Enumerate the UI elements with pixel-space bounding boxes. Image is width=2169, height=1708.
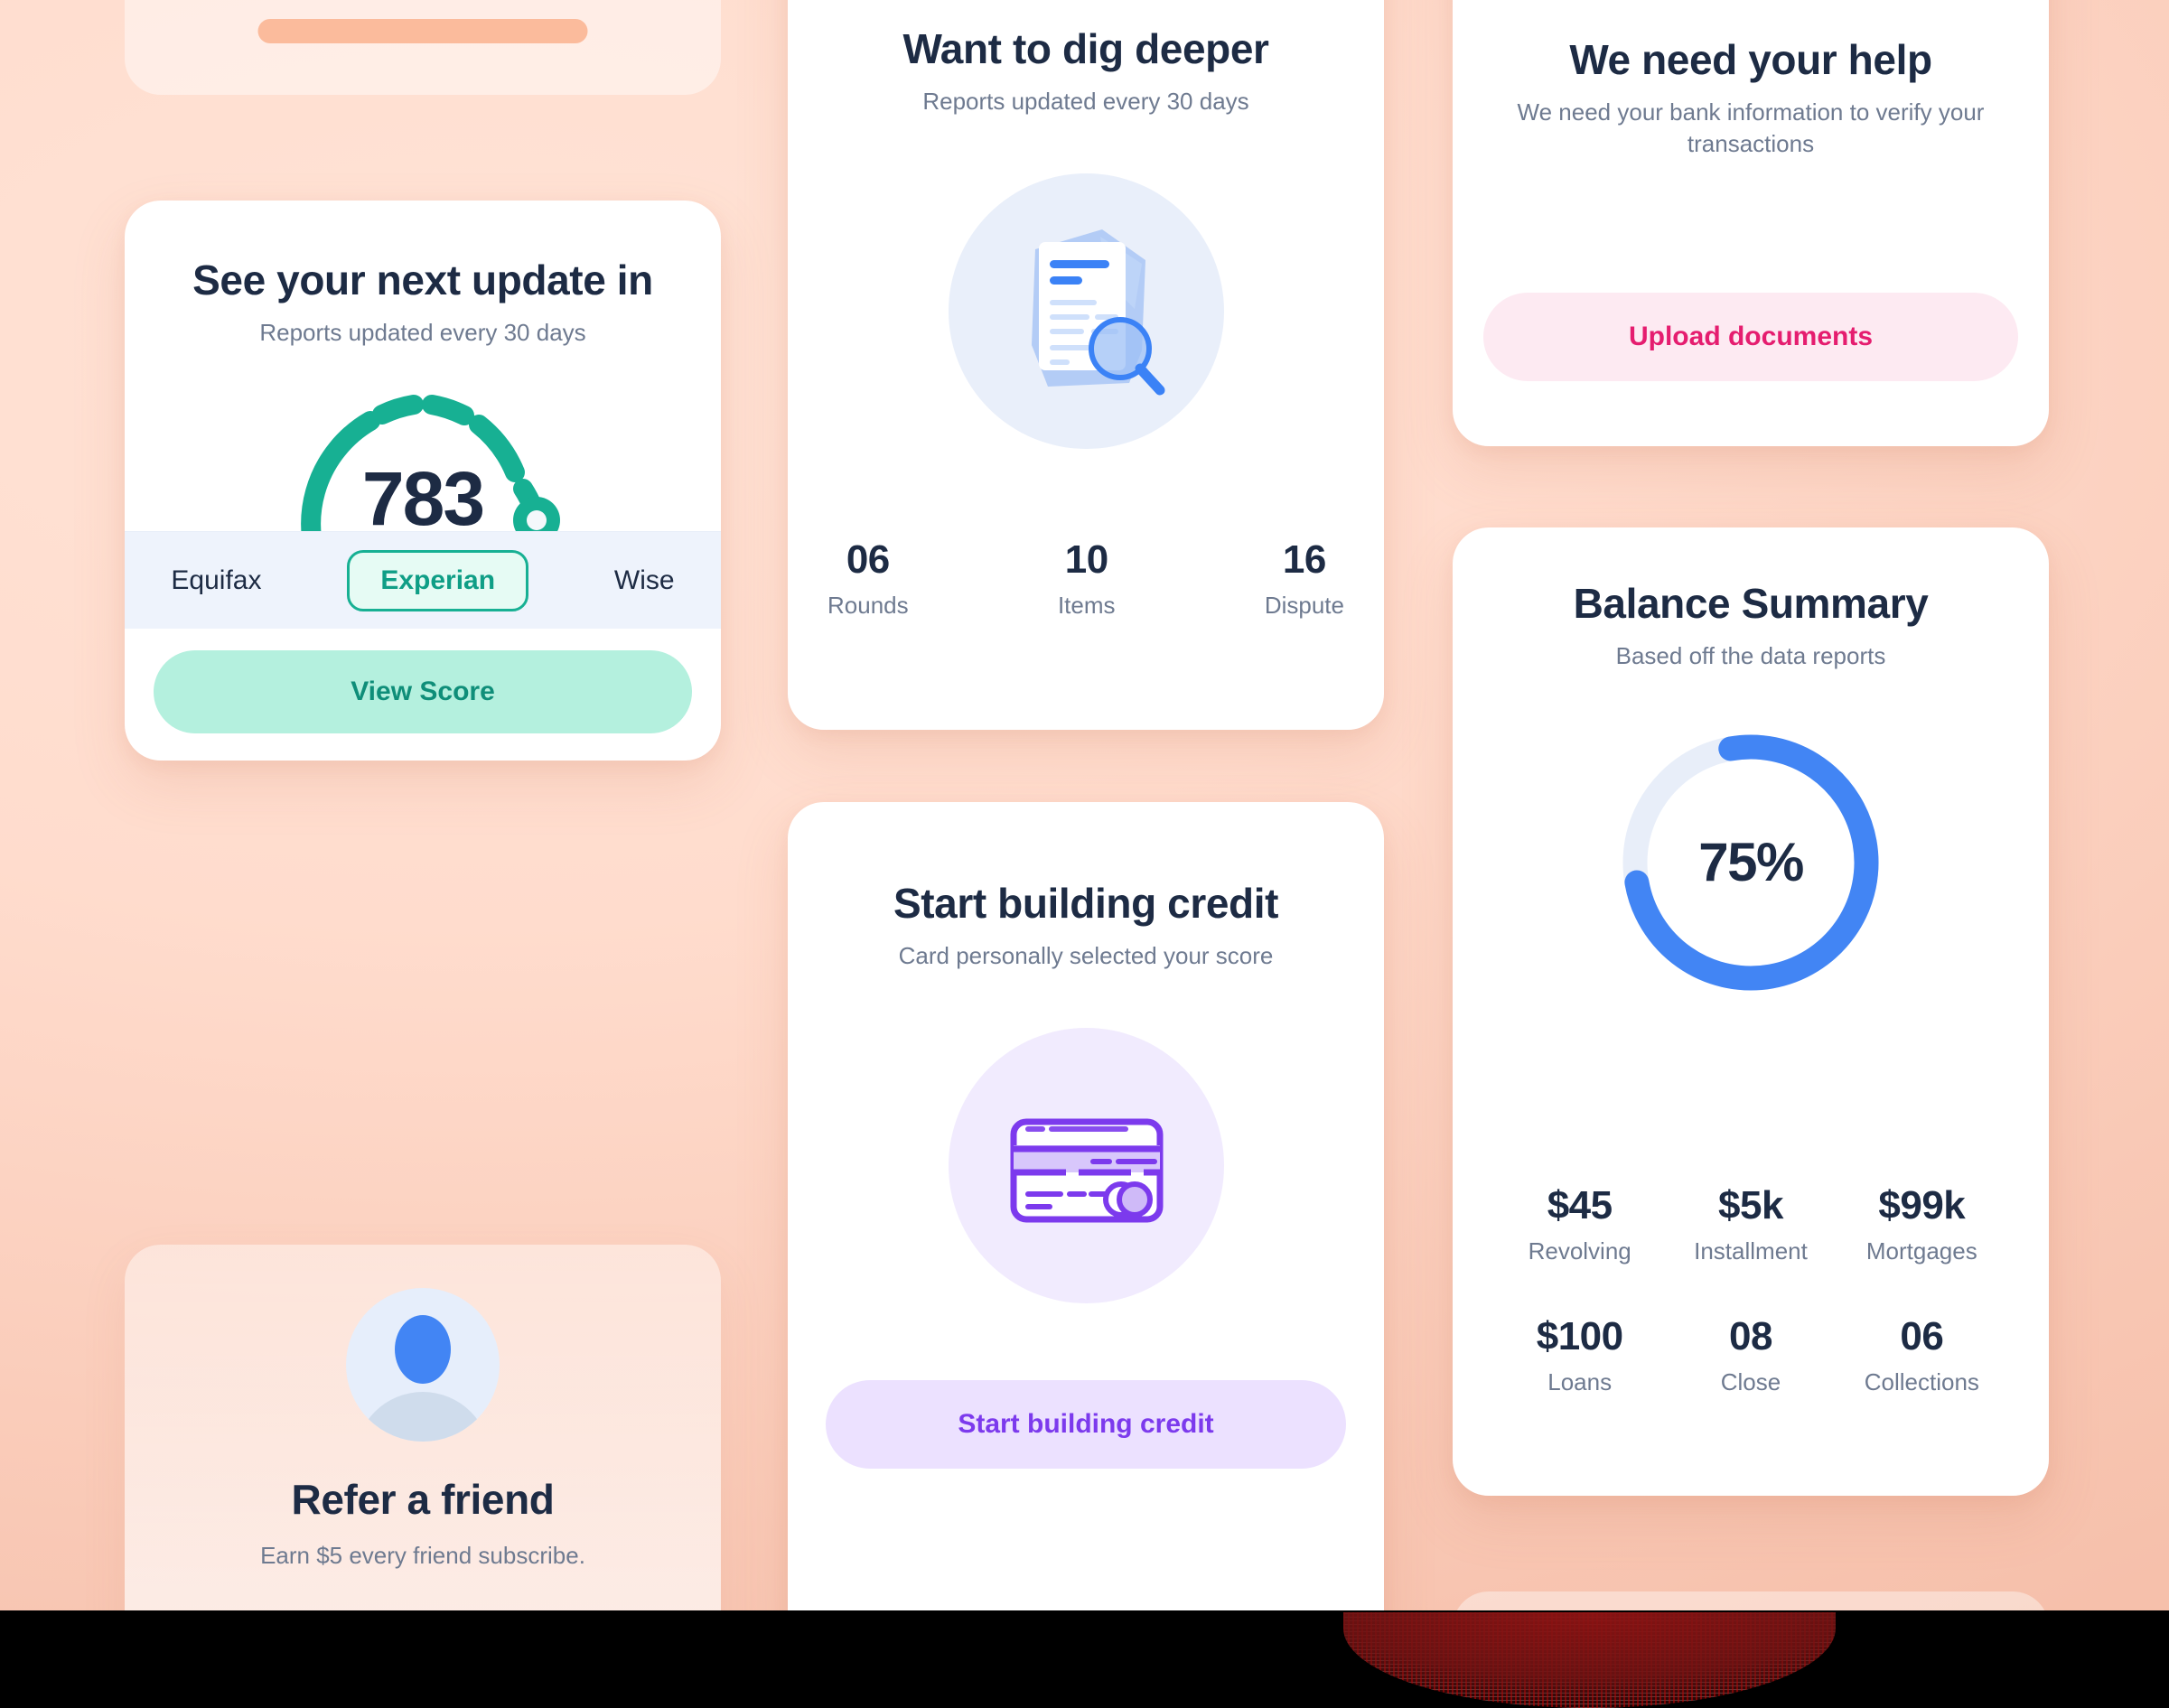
- balance-summary-header: Balance Summary Based off the data repor…: [1453, 527, 2049, 672]
- user-avatar-icon: [346, 1288, 500, 1442]
- balance-stat-collections-value: 06: [1900, 1314, 1944, 1358]
- avatar-head-shape: [395, 1315, 451, 1384]
- bureau-segmented-control[interactable]: Equifax Experian Wise: [125, 531, 721, 629]
- balance-donut-chart: 75%: [1602, 714, 1900, 1012]
- balance-stat-loans: $100 Loans: [1494, 1314, 1665, 1396]
- render-artifact: [1343, 1612, 1836, 1708]
- balance-stat-close-label: Close: [1720, 1368, 1781, 1395]
- avatar-body-shape: [355, 1392, 491, 1442]
- balance-stat-installment: $5k Installment: [1665, 1183, 1836, 1265]
- placeholder-bar: [257, 19, 588, 43]
- balance-stat-loans-label: Loans: [1547, 1368, 1613, 1395]
- help-title: We need your help: [1569, 36, 1932, 83]
- balance-stat-installment-value: $5k: [1718, 1183, 1783, 1227]
- stat-items: 10 Items: [1058, 537, 1116, 620]
- placeholder-card-top-left: [125, 0, 721, 95]
- view-score-button[interactable]: View Score: [154, 650, 692, 733]
- balance-stat-mortgages-label: Mortgages: [1865, 1237, 1977, 1265]
- refer-a-friend-card: Refer a friend Earn $5 every friend subs…: [125, 1245, 721, 1708]
- score-value: 783: [361, 455, 485, 541]
- balance-stat-close: 08 Close: [1665, 1314, 1836, 1396]
- start-building-credit-button[interactable]: Start building credit: [826, 1380, 1346, 1469]
- score-card-header: See your next update in Reports updated …: [125, 201, 721, 349]
- balance-stat-loans-value: $100: [1536, 1314, 1623, 1358]
- need-your-help-card: We need your help We need your bank info…: [1453, 0, 2049, 446]
- bureau-tab-experian[interactable]: Experian: [347, 549, 529, 611]
- refer-title: Refer a friend: [291, 1476, 555, 1523]
- help-subtitle: We need your bank information to verify …: [1517, 98, 1985, 157]
- stat-rounds-value: 06: [846, 537, 890, 582]
- start-building-credit-card: Start building credit Card personally se…: [788, 802, 1384, 1651]
- gauge-fill-segment-3: [422, 394, 474, 425]
- score-card-subtitle: Reports updated every 30 days: [259, 318, 586, 346]
- credit-score-card: See your next update in Reports updated …: [125, 201, 721, 761]
- balance-stat-revolving-label: Revolving: [1528, 1237, 1631, 1265]
- dig-deeper-subtitle: Reports updated every 30 days: [922, 87, 1249, 115]
- credit-card-icon: [948, 1027, 1224, 1303]
- balance-summary-title: Balance Summary: [1573, 580, 1929, 627]
- build-credit-header: Start building credit Card personally se…: [788, 802, 1384, 972]
- help-card-header: We need your help We need your bank info…: [1453, 0, 2049, 160]
- document-magnifier-icon: [948, 173, 1224, 449]
- balance-stat-installment-label: Installment: [1694, 1237, 1808, 1265]
- donut-center-label: 75%: [1698, 832, 1804, 893]
- stat-dispute-label: Dispute: [1264, 592, 1344, 619]
- balance-stat-collections: 06 Collections: [1837, 1314, 2007, 1396]
- upload-documents-button[interactable]: Upload documents: [1483, 293, 2018, 381]
- bureau-tab-equifax[interactable]: Equifax: [164, 551, 268, 611]
- balance-stat-mortgages: $99k Mortgages: [1837, 1183, 2007, 1265]
- balance-stat-revolving: $45 Revolving: [1494, 1183, 1665, 1265]
- balance-summary-subtitle: Based off the data reports: [1615, 641, 1886, 669]
- bureau-tab-wise[interactable]: Wise: [607, 551, 682, 611]
- balance-stat-revolving-value: $45: [1547, 1183, 1613, 1227]
- stat-dispute-value: 16: [1282, 537, 1326, 582]
- build-credit-subtitle: Card personally selected your score: [898, 941, 1274, 969]
- placeholder-card-bottom-right: [1453, 1591, 2049, 1708]
- balance-stat-mortgages-value: $99k: [1878, 1183, 1966, 1227]
- stat-items-label: Items: [1057, 592, 1116, 619]
- stat-items-value: 10: [1064, 537, 1108, 582]
- gauge-fill-segment-2: [372, 394, 424, 425]
- balance-stat-close-value: 08: [1729, 1314, 1772, 1358]
- credit-card-svg: [1010, 1118, 1163, 1223]
- document-magnifier-svg: [1031, 229, 1164, 396]
- refer-subtitle: Earn $5 every friend subscribe.: [260, 1541, 585, 1569]
- balance-summary-card: Balance Summary Based off the data repor…: [1453, 527, 2049, 1496]
- stat-rounds-label: Rounds: [827, 592, 909, 619]
- build-credit-title: Start building credit: [893, 880, 1279, 927]
- dig-deeper-card: Want to dig deeper Reports updated every…: [788, 0, 1384, 730]
- balance-stat-collections-label: Collections: [1864, 1368, 1979, 1395]
- dispute-stats-row: 06 Rounds 10 Items 16 Dispute: [827, 537, 1344, 620]
- balance-stats-grid: $45 Revolving $5k Installment $99k Mortg…: [1494, 1183, 2007, 1396]
- app-screen: See your next update in Reports updated …: [0, 0, 2169, 1708]
- page-title: See your next update in: [192, 257, 653, 303]
- stat-rounds: 06 Rounds: [827, 537, 909, 620]
- dig-deeper-header: Want to dig deeper Reports updated every…: [788, 0, 1384, 117]
- stat-dispute: 16 Dispute: [1265, 537, 1344, 620]
- dig-deeper-title: Want to dig deeper: [902, 25, 1269, 72]
